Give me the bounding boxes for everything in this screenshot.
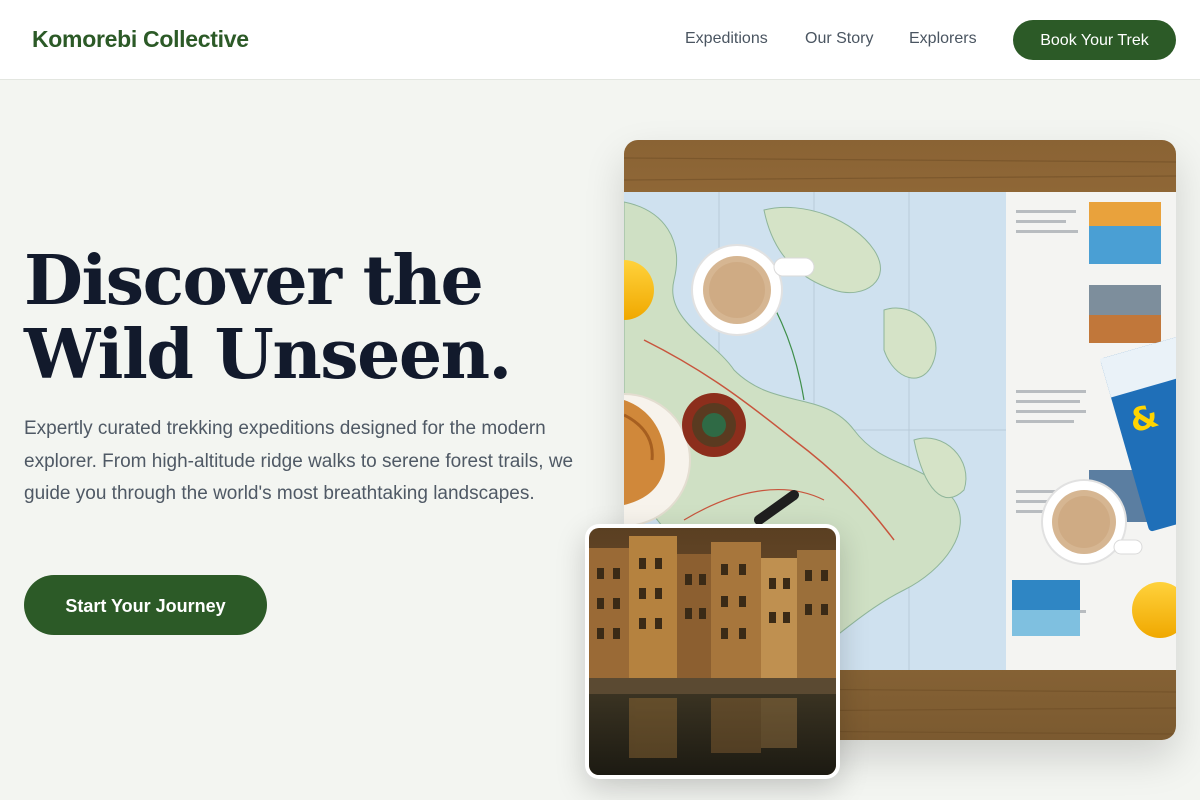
brand-logo-text[interactable]: Komorebi Collective bbox=[32, 26, 249, 53]
city-illustration bbox=[589, 528, 836, 775]
hero-title: Discover the Wild Unseen. bbox=[24, 241, 512, 395]
hero-title-line-2: Wild Unseen. bbox=[24, 315, 512, 395]
start-journey-button[interactable]: Start Your Journey bbox=[24, 575, 267, 635]
hero-description: Expertly curated trekking expeditions de… bbox=[24, 418, 574, 504]
nav-link-explorers[interactable]: Explorers bbox=[909, 30, 977, 48]
book-trek-button[interactable]: Book Your Trek bbox=[1013, 20, 1176, 60]
site-header: Komorebi Collective Expeditions Our Stor… bbox=[0, 0, 1200, 80]
riverside-city-buildings-photo bbox=[585, 524, 840, 779]
nav-link-our-story[interactable]: Our Story bbox=[805, 30, 873, 48]
city-photo-frame bbox=[589, 528, 836, 775]
hero-title-line-1: Discover the bbox=[24, 241, 484, 321]
nav-link-expeditions[interactable]: Expeditions bbox=[685, 30, 768, 48]
